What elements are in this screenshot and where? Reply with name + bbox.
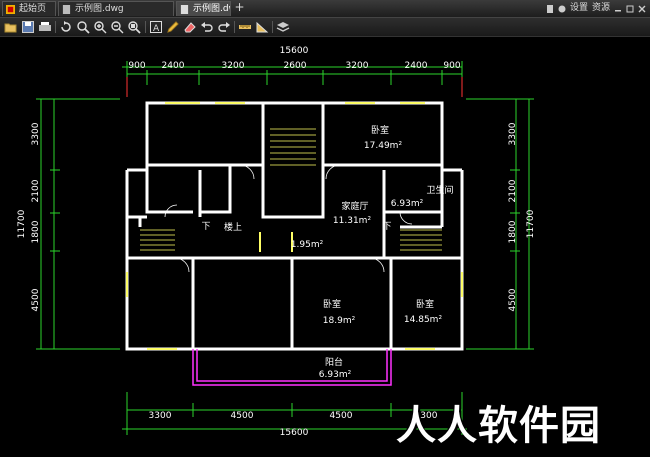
eraser-icon[interactable] xyxy=(183,20,197,34)
dim-bottom-1: 3300 xyxy=(149,411,172,421)
dim-top-total: 15600 xyxy=(280,46,309,56)
zoom-window-icon[interactable] xyxy=(127,20,141,34)
watermark: 人人软件园 xyxy=(396,403,601,449)
dim-left-total: 11700 xyxy=(17,209,27,238)
dim-left-4: 4500 xyxy=(31,288,41,311)
device-icon[interactable] xyxy=(546,4,554,13)
dim-right-1: 3300 xyxy=(508,122,518,145)
room-bedroom-se: 卧室 xyxy=(416,298,434,310)
dim-bottom-total: 15600 xyxy=(280,428,309,438)
layers-icon[interactable] xyxy=(276,20,290,34)
room-balcony-area: 6.93m² xyxy=(319,370,352,380)
dim-bottom-2: 4500 xyxy=(231,411,254,421)
svg-text:A: A xyxy=(153,24,160,34)
dim-top-7: 900 xyxy=(443,61,460,71)
room-family-hall-area: 11.31m² xyxy=(333,216,372,226)
dim-right-3: 1800 xyxy=(508,220,518,243)
tab-drawing-1[interactable]: 示例图.dwg xyxy=(58,1,174,16)
zoom-in-icon[interactable] xyxy=(93,20,107,34)
zoom-out-icon[interactable] xyxy=(110,20,124,34)
room-family-hall: 家庭厅 xyxy=(341,200,368,212)
undo-icon[interactable] xyxy=(200,20,214,34)
print-icon[interactable] xyxy=(38,20,52,34)
dim-top-4: 2600 xyxy=(284,61,307,71)
tab-start-page[interactable]: 起始页 xyxy=(2,1,56,16)
rotate-icon[interactable] xyxy=(59,20,73,34)
pencil-icon[interactable] xyxy=(166,20,180,34)
dim-top-1: 900 xyxy=(128,61,145,71)
close-icon[interactable] xyxy=(638,5,646,13)
open-icon[interactable] xyxy=(4,20,18,34)
dim-right-4: 4500 xyxy=(508,288,518,311)
dim-left-2: 2100 xyxy=(31,179,41,202)
room-balcony: 阳台 xyxy=(325,356,343,368)
top-right-menu: 设置 资源 xyxy=(546,1,646,16)
drawing-canvas[interactable]: 15600 900 2400 3200 2600 3200 2400 900 3… xyxy=(0,37,650,457)
room-bathroom-area: 6.93m² xyxy=(391,199,424,209)
resources-menu[interactable]: 资源 xyxy=(592,1,610,16)
floor-plan: 15600 900 2400 3200 2600 3200 2400 900 3… xyxy=(17,46,536,438)
room-small-area: 1.95m² xyxy=(291,240,324,250)
stairs-down-left: 下 xyxy=(201,222,210,232)
tab-label: 示例图.dwg xyxy=(75,4,124,14)
zoom-icon[interactable] xyxy=(76,20,90,34)
dim-top-5: 3200 xyxy=(346,61,369,71)
dim-top-6: 2400 xyxy=(405,61,428,71)
cad-viewer-window: 起始页 示例图.dwg 示例图.dwg + 设置 资源 xyxy=(0,0,650,457)
save-icon[interactable] xyxy=(21,20,35,34)
tab-label: 起始页 xyxy=(19,4,47,14)
room-bedroom-s-area: 18.9m² xyxy=(323,316,356,326)
dim-top-3: 3200 xyxy=(222,61,245,71)
dim-top-2: 2400 xyxy=(162,61,185,71)
tab-label: 示例图.dwg xyxy=(193,4,230,14)
room-stairs-up: 楼上 xyxy=(224,221,242,233)
maximize-icon[interactable] xyxy=(626,5,634,13)
toolbar: A xyxy=(0,18,650,37)
tab-drawing-2[interactable]: 示例图.dwg xyxy=(176,1,231,16)
skin-icon[interactable] xyxy=(558,5,566,13)
room-bedroom-ne-area: 17.49m² xyxy=(364,141,403,151)
dim-right-2: 2100 xyxy=(508,179,518,202)
room-bedroom-ne: 卧室 xyxy=(371,124,389,136)
tab-bar: 起始页 示例图.dwg 示例图.dwg + 设置 资源 xyxy=(0,0,650,18)
room-bathroom: 卫生间 xyxy=(426,184,453,196)
axis-marks xyxy=(126,77,463,97)
minimize-icon[interactable] xyxy=(614,5,622,13)
dimension-lines xyxy=(36,61,534,435)
drawing-file-icon xyxy=(62,5,71,14)
measure-icon[interactable] xyxy=(238,20,252,34)
walls xyxy=(125,101,464,351)
home-icon xyxy=(6,5,15,14)
room-bedroom-s: 卧室 xyxy=(323,298,341,310)
dim-bottom-3: 4500 xyxy=(330,411,353,421)
text-icon[interactable]: A xyxy=(149,20,163,34)
redo-icon[interactable] xyxy=(217,20,231,34)
dim-right-total: 11700 xyxy=(526,209,536,238)
dim-left-3: 1800 xyxy=(31,220,41,243)
balcony-outline xyxy=(192,349,392,386)
dim-left-1: 3300 xyxy=(31,122,41,145)
stairs-down-right: 下 xyxy=(382,222,391,232)
room-bedroom-se-area: 14.85m² xyxy=(404,315,443,325)
area-icon[interactable] xyxy=(255,20,269,34)
drawing-file-icon xyxy=(180,5,189,14)
add-tab-button[interactable]: + xyxy=(233,1,246,14)
settings-menu[interactable]: 设置 xyxy=(570,1,588,16)
